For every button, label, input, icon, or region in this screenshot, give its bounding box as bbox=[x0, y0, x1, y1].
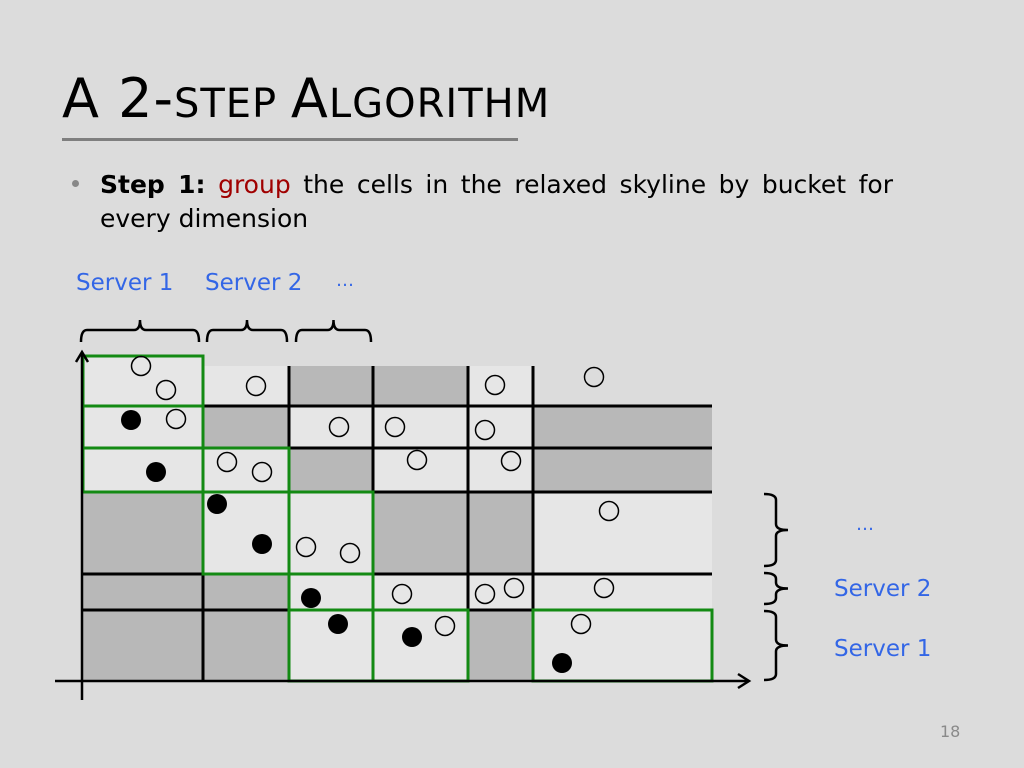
cell-pruned bbox=[83, 574, 203, 610]
cell-pruned bbox=[289, 448, 373, 492]
cell-empty bbox=[83, 356, 203, 492]
cell-pruned bbox=[533, 406, 712, 448]
filled-point bbox=[552, 653, 572, 673]
cell-pruned bbox=[373, 492, 468, 574]
filled-point bbox=[301, 588, 321, 608]
brace-icon bbox=[294, 319, 373, 343]
cell-pruned bbox=[533, 448, 712, 492]
cell-pruned bbox=[289, 366, 373, 406]
cell-pruned bbox=[468, 492, 533, 574]
hollow-point bbox=[583, 366, 605, 388]
cell-pruned bbox=[83, 610, 203, 681]
brace-icon bbox=[79, 319, 201, 343]
skyline-grid-diagram bbox=[55, 319, 789, 700]
cell-empty bbox=[289, 492, 373, 574]
brace-icon bbox=[763, 609, 789, 682]
cell-pruned bbox=[373, 366, 468, 406]
brace-icon bbox=[205, 319, 289, 343]
filled-point bbox=[146, 462, 166, 482]
cell-empty bbox=[289, 610, 468, 681]
filled-point bbox=[121, 410, 141, 430]
cell-pruned bbox=[203, 610, 289, 681]
cell-empty bbox=[289, 406, 468, 448]
filled-point bbox=[328, 614, 348, 634]
cell-empty bbox=[468, 366, 533, 492]
cell-pruned bbox=[203, 406, 289, 448]
cell-pruned bbox=[203, 574, 289, 610]
cell-pruned bbox=[83, 492, 203, 574]
cell-pruned bbox=[468, 610, 533, 681]
filled-point bbox=[207, 494, 227, 514]
filled-point bbox=[402, 627, 422, 647]
brace-icon bbox=[763, 492, 789, 568]
brace-icon bbox=[763, 571, 789, 606]
cell-empty bbox=[533, 492, 712, 610]
filled-point bbox=[252, 534, 272, 554]
